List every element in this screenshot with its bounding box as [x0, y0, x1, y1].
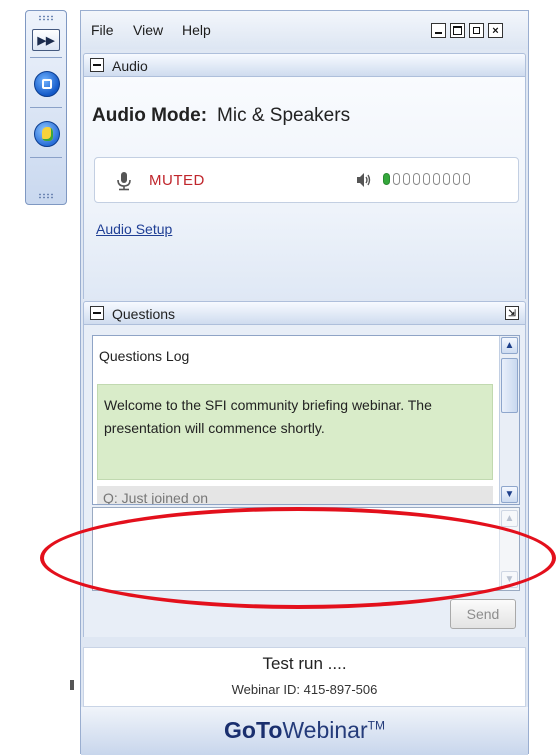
scroll-down-icon[interactable]: ▼ — [501, 486, 518, 503]
screen-share-icon[interactable] — [34, 71, 60, 97]
audio-mode: Audio Mode: Mic & Speakers — [92, 105, 350, 127]
minimize-icon[interactable] — [431, 23, 446, 38]
questions-log-title: Questions Log — [99, 348, 190, 364]
input-scrollbar[interactable]: ▲ ▼ — [499, 508, 519, 590]
level-segment — [383, 173, 390, 185]
scroll-down-icon[interactable]: ▼ — [501, 571, 518, 588]
expand-panel-button[interactable]: ▶▶ — [32, 29, 60, 51]
strip-divider — [30, 157, 62, 158]
level-segment — [433, 173, 440, 185]
question-input-area[interactable]: ▲ ▼ — [92, 507, 520, 591]
microphone-icon[interactable] — [115, 171, 133, 191]
audio-section-header[interactable]: Audio — [83, 53, 526, 77]
menu-view[interactable]: View — [133, 22, 163, 38]
level-segment — [463, 173, 470, 185]
gotowebinar-control-panel: File View Help × Audio Audio Mode: Mic & … — [80, 10, 529, 755]
collapse-questions-button[interactable] — [90, 306, 104, 320]
questions-section-title: Questions — [112, 306, 176, 322]
menu-bar: File View Help × — [81, 11, 528, 49]
level-segment — [403, 173, 410, 185]
fast-forward-icon: ▶▶ — [37, 34, 55, 47]
close-icon[interactable]: × — [488, 23, 503, 38]
audio-mode-value[interactable]: Mic & Speakers — [217, 105, 350, 126]
welcome-message: Welcome to the SFI community briefing we… — [97, 384, 493, 480]
audio-section: Audio Mode: Mic & Speakers MUTED Audio Se… — [83, 77, 526, 299]
questions-section-header[interactable]: Questions ⇲ — [83, 301, 526, 325]
audio-status-box: MUTED — [94, 157, 519, 203]
log-scrollbar[interactable]: ▲ ▼ — [499, 336, 519, 504]
muted-status: MUTED — [149, 172, 205, 189]
gotowebinar-logo: GoToWebinarTM — [224, 717, 385, 743]
level-segment — [423, 173, 430, 185]
session-title: Test run .... — [262, 654, 347, 673]
level-segment — [453, 173, 460, 185]
raise-hand-icon[interactable] — [34, 121, 60, 147]
audio-section-title: Audio — [112, 58, 148, 74]
level-segment — [393, 173, 400, 185]
question-entry: Q: Just joined on — [97, 486, 493, 504]
strip-grip-top[interactable] — [38, 15, 54, 21]
questions-log: Questions Log Welcome to the SFI communi… — [92, 335, 520, 505]
speaker-icon[interactable] — [355, 171, 373, 189]
scroll-thumb[interactable] — [501, 358, 518, 413]
webinar-id: Webinar ID: 415-897-506 — [231, 682, 378, 697]
control-strip: ▶▶ — [25, 10, 67, 205]
background-fragment — [70, 680, 74, 690]
audio-mode-label: Audio Mode: — [92, 105, 208, 126]
brand-bar: GoToWebinarTM — [81, 707, 528, 755]
questions-section: Questions Log Welcome to the SFI communi… — [83, 325, 526, 637]
popout-icon[interactable] — [469, 23, 484, 38]
menu-file[interactable]: File — [91, 22, 114, 38]
strip-divider — [30, 107, 62, 108]
strip-divider — [30, 57, 62, 58]
session-info: Test run .... Webinar ID: 415-897-506 — [83, 647, 526, 707]
popout-questions-icon[interactable]: ⇲ — [505, 306, 519, 320]
scroll-up-icon[interactable]: ▲ — [501, 510, 518, 527]
speaker-level-meter — [383, 173, 470, 185]
maximize-icon[interactable] — [450, 23, 465, 38]
question-input[interactable] — [93, 508, 498, 590]
audio-setup-link[interactable]: Audio Setup — [96, 221, 172, 237]
collapse-audio-button[interactable] — [90, 58, 104, 72]
strip-grip-bottom[interactable] — [38, 193, 54, 199]
level-segment — [443, 173, 450, 185]
send-button[interactable]: Send — [450, 599, 516, 629]
menu-help[interactable]: Help — [182, 22, 211, 38]
level-segment — [413, 173, 420, 185]
scroll-up-icon[interactable]: ▲ — [501, 337, 518, 354]
